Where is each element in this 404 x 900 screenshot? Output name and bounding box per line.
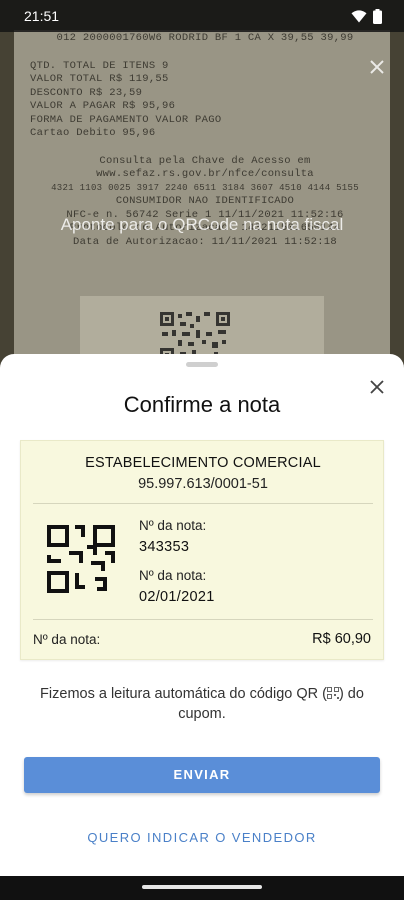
status-icons [351,9,382,24]
qr-code-icon [326,687,339,699]
note-number-label: Nº da nota: [139,518,207,533]
receipt-card: ESTABELECIMENTO COMERCIAL 95.997.613/000… [20,440,384,660]
total-value: R$ 60,90 [312,631,371,647]
store-name: ESTABELECIMENTO COMERCIAL [85,455,321,471]
total-label: Nº da nota: [33,632,101,647]
close-icon[interactable] [366,56,388,78]
battery-icon [373,9,382,24]
navigation-bar [0,876,404,900]
note-number-value: 343353 [139,539,190,555]
divider [33,619,373,620]
qr-code-icon [47,525,115,593]
send-button[interactable]: ENVIAR [24,757,380,793]
home-gesture-bar[interactable] [142,885,262,889]
indicate-seller-link[interactable]: QUERO INDICAR O VENDEDOR [0,830,404,845]
sheet-title: Confirme a nota [123,392,281,417]
wifi-icon [351,10,367,23]
camera-preview[interactable]: 012 2000001760W6 RODRID BF 1 CA X 39,55 … [0,0,404,380]
camera-overlay [0,0,404,380]
confirm-sheet: Confirme a nota ESTABELECIMENTO COMERCIA… [0,354,404,876]
store-cnpj: 95.997.613/0001-51 [138,476,268,492]
status-bar: 21:51 [0,0,404,32]
info-text-start: Fizemos a leitura automática do código Q… [40,686,327,702]
status-time: 21:51 [24,8,60,24]
note-date-value: 02/01/2021 [139,589,215,605]
drag-handle[interactable] [186,362,218,367]
note-date-label: Nº da nota: [139,568,207,583]
divider [33,503,373,504]
info-text: Fizemos a leitura automática do código Q… [30,684,374,724]
scan-instruction: Aponte para o QRCode na nota fiscal [60,215,344,234]
